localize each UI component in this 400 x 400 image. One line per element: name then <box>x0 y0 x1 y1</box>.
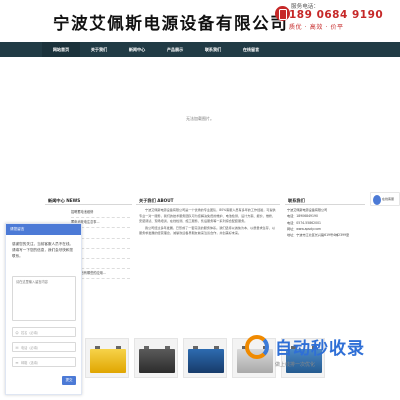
news-title: 新闻中心 NEWS <box>45 196 132 205</box>
phone-placeholder: 电话（必填） <box>21 346 41 350</box>
banner-nodata-text: 无法加载图片。 <box>186 116 214 121</box>
service-avatar-icon <box>373 195 381 205</box>
product-card[interactable] <box>85 338 129 378</box>
mail-icon: ✉ <box>15 361 19 365</box>
phone-icon: ☏ <box>15 346 19 350</box>
about-paragraph: 宁波艾佩斯电源设备有限公司是一个优秀的专业团队，80%客服人员有多年的工作经验，… <box>139 208 276 224</box>
product-card[interactable] <box>134 338 178 378</box>
product-card[interactable] <box>183 338 227 378</box>
leave-message-widget: 请您留言 感谢您的关注，当前客服人员不在线。请填写一下您的信息，我们会尽快和您联… <box>5 223 82 395</box>
name-placeholder: 姓名（必填） <box>21 331 41 335</box>
about-title: 关于我们 ABOUT <box>136 196 280 205</box>
news-item[interactable]: 招聘蓄电池维修 <box>71 208 130 219</box>
main-nav: 网站首页 关于我们 新闻中心 产品展示 联系我们 在线留言 <box>0 42 400 57</box>
online-service-label: 在线客服 <box>382 197 395 201</box>
watermark-sub: 做上线排一次优化 <box>275 362 316 368</box>
user-icon: ☺ <box>15 331 19 335</box>
battery-image <box>90 346 126 373</box>
chat-offline-message: 感谢您的关注，当前客服人员不在线。请填写一下您的信息，我们会尽快和您联系。 <box>12 242 74 258</box>
message-textarea[interactable] <box>12 276 76 321</box>
watermark-logo-icon <box>245 335 269 359</box>
email-placeholder: 邮箱（选填） <box>21 361 41 365</box>
nav-item-message[interactable]: 在线留言 <box>232 42 270 57</box>
send-button[interactable]: 提交 <box>62 376 76 385</box>
online-service-tab[interactable]: 在线客服 <box>370 192 400 206</box>
email-field[interactable]: ✉ 邮箱（选填） <box>12 357 76 367</box>
nav-item-contact[interactable]: 联系我们 <box>194 42 232 57</box>
nav-item-home[interactable]: 网站首页 <box>42 42 80 57</box>
battery-image <box>188 346 224 373</box>
site-header: 宁波艾佩斯电源设备有限公司 服务电话： 189 0684 9190 质优 · 高… <box>0 0 400 42</box>
phone-field[interactable]: ☏ 电话（必填） <box>12 342 76 352</box>
slogan: 质优 · 高效 · 价平 <box>289 24 344 31</box>
phone-icon <box>275 6 290 21</box>
about-paragraph: 我公司经过多年发展，已形成了一套完善的服务体系。我们坚持以诚信为本、以质量求生存… <box>139 225 275 236</box>
watermark: 自动秒收录 做上线排一次优化 <box>245 335 395 385</box>
nav-item-about[interactable]: 关于我们 <box>80 42 118 57</box>
about-text: 宁波艾佩斯电源设备有限公司是一个优秀的专业团队，80%客服人员有多年的工作经验，… <box>136 205 280 313</box>
contact-address: 地址：宁波市江北区长兴路619号4幢2399室 <box>287 232 350 237</box>
battery-image <box>139 346 175 373</box>
hotline-number: 189 0684 9190 <box>289 9 384 21</box>
watermark-brand: 自动秒收录 <box>275 339 365 359</box>
chat-header[interactable]: 请您留言 <box>6 224 81 235</box>
contact-section: 联系我们 宁波艾佩斯电源设备有限公司 电话：18906849190 电话：057… <box>285 196 365 314</box>
nav-item-products[interactable]: 产品展示 <box>156 42 194 57</box>
name-field[interactable]: ☺ 姓名（必填） <box>12 327 76 337</box>
contact-title: 联系我们 <box>285 196 365 205</box>
about-section: 关于我们 ABOUT 宁波艾佩斯电源设备有限公司是一个优秀的专业团队，80%客服… <box>136 196 280 314</box>
nav-item-news[interactable]: 新闻中心 <box>118 42 156 57</box>
company-logo-title[interactable]: 宁波艾佩斯电源设备有限公司 <box>53 10 288 34</box>
